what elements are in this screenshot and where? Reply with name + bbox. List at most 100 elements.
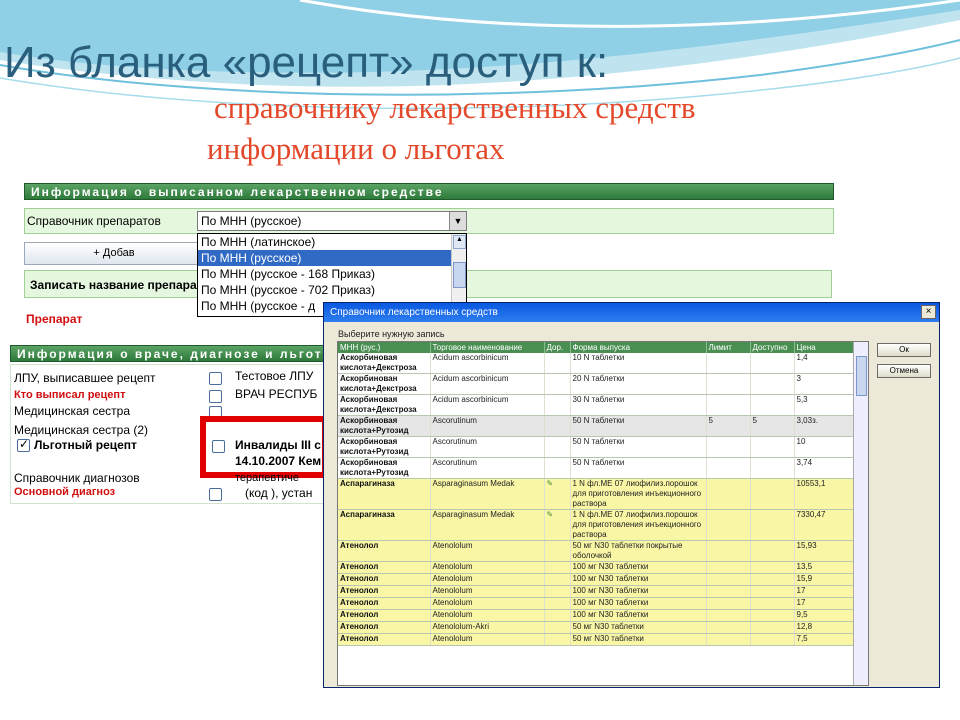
grid-cell: Atenololum: [430, 585, 545, 598]
drug-section-header: Информация о выписанном лекарственном ср…: [24, 183, 834, 200]
table-row[interactable]: Аскорбинован кислота+Декстроза Acidum asc…: [338, 373, 856, 395]
table-row[interactable]: Атенолол Atenololum 100 мг N30 таблетки 17: [338, 585, 856, 598]
table-row[interactable]: Атенолол Atenololum 100 мг N30 таблетки 17: [338, 597, 856, 610]
grid-cell: [544, 621, 571, 634]
column-header[interactable]: Лимит: [706, 342, 751, 353]
grid-cell: ✎: [544, 478, 571, 510]
grid-cell: [750, 436, 795, 458]
grid-cell: [544, 561, 571, 574]
drug-reference-dialog: Справочник лекарственных средств × Выбер…: [323, 302, 940, 688]
grid-cell: [544, 373, 571, 395]
dropdown-option-selected[interactable]: По МНН (русское): [198, 250, 466, 266]
column-header[interactable]: Доступно: [750, 342, 795, 353]
grid-cell: [706, 573, 751, 586]
table-row[interactable]: Аскорбиновая кислота+Декстроза Acidum asc…: [338, 353, 856, 374]
table-row[interactable]: Атенолол Atenololum 100 мг N30 таблетки 15,…: [338, 573, 856, 586]
benefit-line-1: Инвалиды III с: [235, 438, 321, 452]
nurse2-label: Медицинская сестра (2): [14, 423, 148, 437]
table-row[interactable]: Атенолол Atenololum 50 мг N30 таблетки 7,5: [338, 633, 856, 646]
benefit-label: Льготный рецепт: [34, 438, 137, 452]
dialog-titlebar[interactable]: Справочник лекарственных средств ×: [324, 303, 939, 322]
table-row[interactable]: Аскорбиновая кислота+Декстроза Acidum asc…: [338, 394, 856, 416]
diag-ref-value: терапевтиче: [235, 472, 299, 484]
grid-cell: 5: [706, 415, 751, 437]
grid-cell: 50 мг N30 таблетки: [570, 621, 707, 634]
scroll-thumb[interactable]: [856, 356, 867, 396]
table-row[interactable]: Атенолол Atenololum 100 мг N30 таблетки 9,5: [338, 609, 856, 622]
select-record-label: Выберите нужную запись: [338, 329, 445, 339]
grid-cell: 100 мг N30 таблетки: [570, 597, 707, 610]
grid-cell: 50 N таблетки: [570, 436, 707, 458]
column-header[interactable]: МНН (рус.): [338, 342, 431, 353]
grid-cell: 1 N фл.ME 07 лиофилиз.порошок для пригот…: [570, 509, 707, 541]
prescriber-checkbox[interactable]: [209, 390, 222, 403]
grid-cell: 100 мг N30 таблетки: [570, 561, 707, 574]
chevron-down-icon[interactable]: ▼: [449, 212, 466, 230]
grid-cell: 10553,1: [794, 478, 856, 510]
dropdown-option[interactable]: По МНН (русское - 702 Приказ): [198, 282, 466, 298]
table-row[interactable]: Аспарагиназа Asparaginasum Medak ✎ 1 N фл.M…: [338, 478, 856, 510]
drug-reference-label: Справочник препаратов: [27, 214, 161, 228]
lpu-value: Тестовое ЛПУ: [235, 369, 314, 383]
grid-cell: [706, 478, 751, 510]
grid-cell: [706, 585, 751, 598]
grid-cell: [750, 585, 795, 598]
doctor-section-header: Информация о враче, диагнозе и льготе: [10, 345, 328, 362]
column-header[interactable]: Форма выпуска: [570, 342, 707, 353]
dropdown-option[interactable]: По МНН (латинское): [198, 234, 466, 250]
grid-cell: [750, 573, 795, 586]
grid-cell: [750, 597, 795, 610]
dropdown-option[interactable]: По МНН (русское - 168 Приказ): [198, 266, 466, 282]
table-row[interactable]: Аскорбиновая кислота+Рутозид Ascorutinum 5…: [338, 457, 856, 479]
grid-cell: 13,5: [794, 561, 856, 574]
main-diag-checkbox[interactable]: [209, 488, 222, 501]
grid-cell: [706, 621, 751, 634]
scroll-up-icon[interactable]: ▲: [453, 235, 466, 249]
grid-cell: Атенолол: [338, 609, 431, 622]
column-header[interactable]: Торговое наименование: [430, 342, 545, 353]
grid-cell: Атенолол: [338, 621, 431, 634]
grid-cell: 12,8: [794, 621, 856, 634]
drug-reference-select[interactable]: По МНН (русское) ▼: [197, 211, 467, 231]
grid-cell: Atenololum-Akri: [430, 621, 545, 634]
grid-cell: [544, 633, 571, 646]
drug-grid[interactable]: МНН (рус.) Торговое наименование Дор. Фо…: [337, 341, 869, 686]
lpu-checkbox[interactable]: [209, 372, 222, 385]
ok-button[interactable]: Ок: [877, 343, 931, 357]
grid-cell: ✎: [544, 509, 571, 541]
grid-cell: [706, 373, 751, 395]
cancel-button[interactable]: Отмена: [877, 364, 931, 378]
grid-scrollbar[interactable]: [853, 342, 868, 685]
table-row[interactable]: Аскорбиновая кислота+Рутозид Ascorutinum 5…: [338, 415, 856, 437]
grid-cell: Asparaginasum Medak: [430, 509, 545, 541]
drug-label: Препарат: [26, 312, 83, 326]
drug-reference-value: По МНН (русское): [201, 214, 302, 228]
grid-cell: [544, 353, 571, 374]
grid-header-row: МНН (рус.) Торговое наименование Дор. Фо…: [338, 342, 856, 353]
grid-cell: 15,93: [794, 540, 856, 562]
nurse-label: Медицинская сестра: [14, 404, 130, 418]
table-row[interactable]: Аскорбиновая кислота+Рутозид Ascorutinum 5…: [338, 436, 856, 458]
table-row[interactable]: Атенолол Atenololum-Akri 50 мг N30 таблетк…: [338, 621, 856, 634]
grid-cell: 17: [794, 597, 856, 610]
grid-cell: Ascorutinum: [430, 436, 545, 458]
grid-cell: [750, 540, 795, 562]
column-header[interactable]: Дор.: [544, 342, 571, 353]
close-icon[interactable]: ×: [921, 305, 936, 319]
benefit-info-checkbox[interactable]: [212, 440, 225, 453]
grid-cell: Атенолол: [338, 573, 431, 586]
grid-cell: Acidum ascorbinicum: [430, 394, 545, 416]
grid-cell: 5,3: [794, 394, 856, 416]
prescriber-value: ВРАЧ РЕСПУБ: [235, 387, 318, 401]
table-row[interactable]: Аспарагиназа Asparaginasum Medak ✎ 1 N фл.M…: [338, 509, 856, 541]
grid-cell: Аскорбиновая кислота+Рутозид: [338, 436, 431, 458]
column-header[interactable]: Цена: [794, 342, 856, 353]
table-row[interactable]: Атенолол Atenololum 50 мг N30 таблетки пок…: [338, 540, 856, 562]
add-drug-button[interactable]: + Добав: [24, 242, 204, 265]
grid-cell: Аспарагиназа: [338, 509, 431, 541]
scroll-thumb[interactable]: [453, 262, 466, 288]
benefit-checkbox[interactable]: [17, 437, 30, 452]
slide-title: Из бланка «рецепт» доступ к:: [4, 38, 609, 87]
grid-cell: 30 N таблетки: [570, 394, 707, 416]
table-row[interactable]: Атенолол Atenololum 100 мг N30 таблетки 13,…: [338, 561, 856, 574]
